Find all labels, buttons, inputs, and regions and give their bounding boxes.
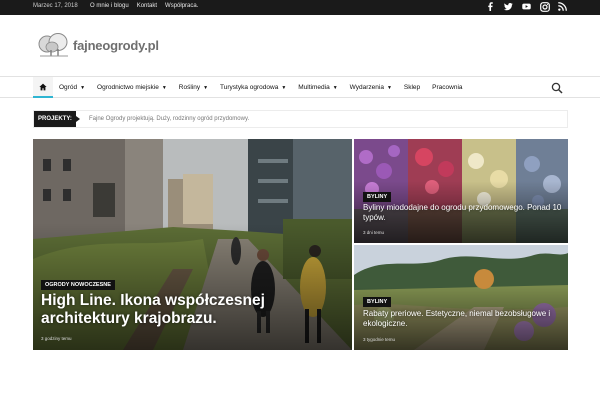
post-title[interactable]: Rabaty preriowe. Estetyczne, niemal bezo…	[363, 309, 563, 329]
logo-tree-icon	[38, 33, 68, 57]
ticker-text[interactable]: Fajne Ogrody projektują. Duży, rodzinny …	[89, 116, 249, 122]
post-time: 3 godziny temu	[41, 336, 72, 341]
category-badge[interactable]: OGRODY NOWOCZESNE	[41, 280, 115, 290]
post-time: 3 tygodnie temu	[363, 337, 396, 342]
category-badge[interactable]: BYLINY	[363, 297, 392, 307]
chevron-down-icon: ▼	[203, 84, 209, 91]
chevron-down-icon: ▼	[386, 84, 392, 91]
logo-text: fajneogrody.pl	[73, 37, 159, 53]
chevron-down-icon: ▼	[332, 84, 338, 91]
featured-main-post[interactable]: OGRODY NOWOCZESNE High Line. Ikona współ…	[33, 139, 352, 350]
nav-home[interactable]	[33, 77, 53, 98]
top-link-about[interactable]: O mnie i blogu	[90, 3, 129, 9]
top-links: O mnie i blogu Kontakt Współpraca.	[90, 3, 198, 9]
youtube-icon[interactable]	[522, 2, 531, 11]
nav-item-turystyka-ogrodowa[interactable]: Turystyka ogrodowa ▼	[214, 77, 292, 98]
chevron-down-icon: ▼	[80, 84, 86, 91]
nav-item-multimedia[interactable]: Multimedia ▼	[292, 77, 343, 98]
top-link-contact[interactable]: Kontakt	[137, 3, 157, 9]
rss-icon[interactable]	[558, 2, 567, 11]
search-icon[interactable]	[551, 82, 563, 94]
news-ticker: PROJEKTY: Fajne Ogrody projektują. Duży,…	[33, 110, 568, 128]
nav-item-ogrodnictwo-miejskie[interactable]: Ogrodnictwo miejskie ▼	[91, 77, 173, 98]
twitter-icon[interactable]	[504, 2, 513, 11]
main-navigation: Ogród ▼ Ogrodnictwo miejskie ▼ Rośliny ▼ Tu…	[0, 76, 600, 98]
featured-mosaic: OGRODY NOWOCZESNE High Line. Ikona współ…	[33, 139, 568, 350]
top-bar: Marzec 17, 2018 O mnie i blogu Kontakt W…	[0, 0, 600, 15]
ticker-label: PROJEKTY:	[34, 111, 80, 127]
nav-item-pracownia[interactable]: Pracownia	[426, 77, 468, 98]
instagram-icon[interactable]	[540, 2, 550, 12]
site-logo[interactable]: fajneogrody.pl	[37, 32, 159, 58]
facebook-icon[interactable]	[486, 2, 495, 11]
chevron-down-icon: ▼	[161, 84, 167, 91]
nav-item-sklep[interactable]: Sklep	[398, 77, 426, 98]
current-date: Marzec 17, 2018	[33, 3, 78, 9]
top-link-cooperation[interactable]: Współpraca.	[165, 3, 198, 9]
post-title[interactable]: Byliny miododajne do ogrodu przydomowego…	[363, 203, 563, 223]
nav-item-wydarzenia[interactable]: Wydarzenia ▼	[344, 77, 398, 98]
featured-post-bottom-right[interactable]: BYLINY Rabaty preriowe. Estetyczne, niem…	[354, 245, 568, 350]
category-badge[interactable]: BYLINY	[363, 192, 392, 202]
featured-post-top-right[interactable]: BYLINY Byliny miododajne do ogrodu przyd…	[354, 139, 568, 243]
chevron-down-icon: ▼	[281, 84, 287, 91]
home-icon	[39, 83, 47, 90]
nav-item-rosliny[interactable]: Rośliny ▼	[173, 77, 214, 98]
nav-item-ogrod[interactable]: Ogród ▼	[53, 77, 91, 98]
post-time: 3 dni temu	[363, 230, 385, 235]
post-title[interactable]: High Line. Ikona współczesnej architektu…	[41, 292, 341, 328]
social-links	[486, 2, 567, 12]
